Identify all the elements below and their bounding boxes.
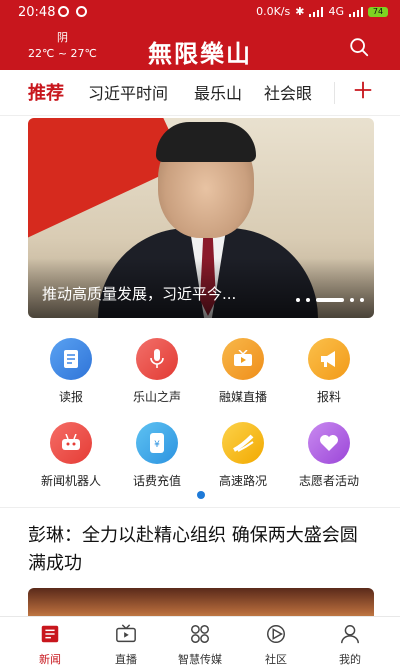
service-leshan-voice[interactable]: 乐山之声 (112, 338, 202, 405)
svg-text:¥: ¥ (154, 440, 160, 450)
service-label: 志愿者活动 (298, 474, 359, 488)
service-label: 报料 (316, 390, 341, 404)
notification-icon (58, 6, 69, 17)
signal-icon (309, 6, 324, 17)
apps-icon (191, 625, 209, 643)
channel-tabs: 推荐 习近平时间 最乐山 社会眼 (0, 70, 400, 116)
live-tv-icon (116, 624, 136, 643)
microphone-icon (136, 338, 178, 380)
status-time: 20:48 (18, 5, 56, 20)
bottom-navigation: 新闻 直播 智慧传媒 社区 我的 (0, 616, 400, 666)
nav-live[interactable]: 直播 (86, 623, 166, 666)
service-label: 话费充值 (132, 474, 181, 488)
service-read-paper[interactable]: 读报 (26, 338, 116, 405)
nav-label: 我的 (339, 653, 361, 666)
profile-icon (341, 625, 359, 644)
tv-icon (222, 338, 264, 380)
robot-icon (50, 422, 92, 464)
phone-recharge-icon: ¥ (136, 422, 178, 464)
service-report[interactable]: 报料 (284, 338, 374, 405)
app-logo: 無限樂山 (148, 39, 252, 68)
service-label: 高速路况 (218, 474, 267, 488)
service-media-live[interactable]: 融媒直播 (198, 338, 288, 405)
nav-label: 新闻 (39, 653, 61, 666)
service-highway-traffic[interactable]: 高速路况 (198, 422, 288, 489)
banner-carousel[interactable]: 推动高质量发展，习近平今... (28, 118, 374, 318)
service-label: 融媒直播 (218, 390, 267, 404)
service-phone-recharge[interactable]: ¥ 话费充值 (112, 422, 202, 489)
notification-icon-2 (76, 6, 87, 17)
news-icon (41, 625, 59, 643)
service-label: 乐山之声 (132, 390, 181, 404)
signal-icon-2 (349, 6, 363, 17)
tab-xi-time[interactable]: 习近平时间 (88, 80, 168, 104)
nav-profile[interactable]: 我的 (310, 623, 390, 666)
banner-photo-hair (156, 122, 256, 162)
carousel-indicator (296, 298, 364, 302)
grid-page-indicator (197, 491, 205, 499)
tab-divider (334, 82, 335, 104)
section-divider (0, 507, 400, 508)
tab-zui-leshan[interactable]: 最乐山 (194, 80, 242, 104)
banner-caption: 推动高质量发展，习近平今... (42, 285, 237, 303)
service-news-robot[interactable]: 新闻机器人 (26, 422, 116, 489)
network-speed: 0.0K/s (256, 5, 291, 18)
tab-social-eye[interactable]: 社会眼 (264, 80, 312, 104)
nav-community[interactable]: 社区 (236, 623, 316, 666)
nav-smart-media[interactable]: 智慧传媒 (160, 623, 240, 666)
nav-label: 社区 (265, 653, 287, 666)
service-volunteer[interactable]: 志愿者活动 (284, 422, 374, 489)
status-right: 0.0K/s ✱ 4G 74 (256, 5, 388, 18)
carrier-label: 4G (328, 5, 344, 18)
megaphone-icon (308, 338, 350, 380)
road-icon (222, 422, 264, 464)
service-label: 读报 (58, 390, 83, 404)
newspaper-icon (50, 338, 92, 380)
top-bar: 20:48 0.0K/s ✱ 4G 74 阴 22℃ ~ 27℃ 無限樂山 (0, 0, 400, 70)
status-bar: 20:48 0.0K/s ✱ 4G 74 (0, 0, 400, 24)
bluetooth-icon: ✱ (295, 5, 305, 18)
add-channel-icon[interactable] (352, 79, 374, 101)
service-label: 新闻机器人 (40, 474, 101, 488)
search-icon[interactable] (348, 36, 370, 58)
battery-icon: 74 (368, 6, 388, 17)
nav-label: 智慧传媒 (178, 653, 222, 666)
article-headline[interactable]: 彭琳：全力以赴精心组织 确保两大盛会圆满成功 (28, 522, 374, 578)
nav-label: 直播 (115, 653, 137, 666)
tab-recommend[interactable]: 推荐 (28, 79, 64, 105)
community-icon (267, 625, 285, 643)
heart-icon (308, 422, 350, 464)
nav-news[interactable]: 新闻 (10, 623, 90, 666)
